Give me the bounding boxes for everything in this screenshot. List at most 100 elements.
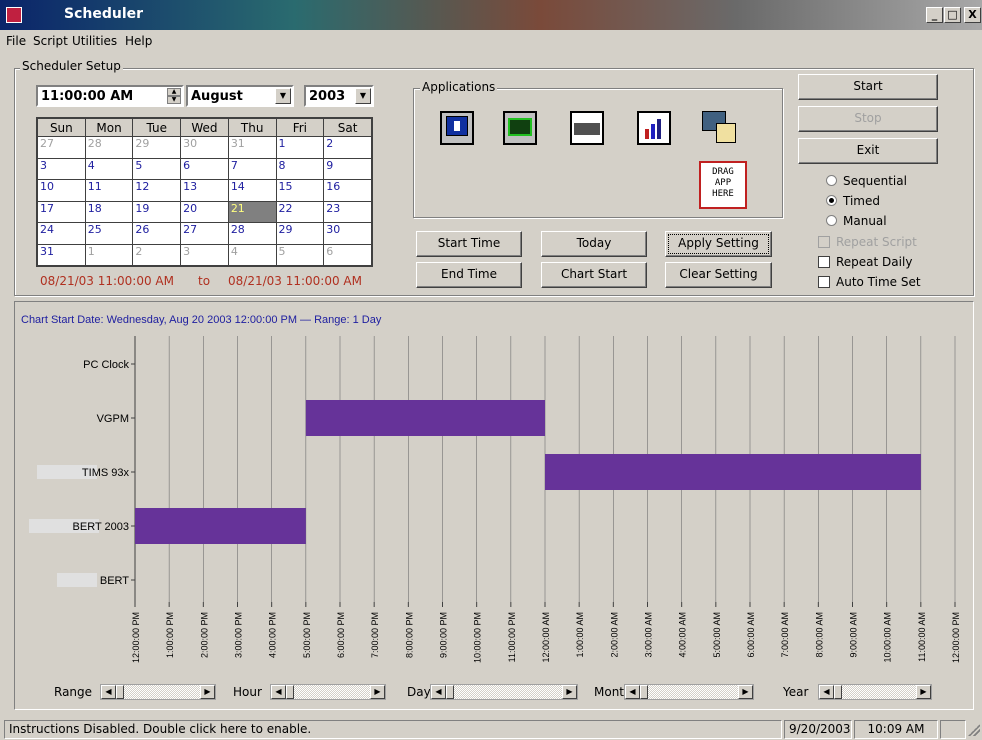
calendar-day-cell[interactable]: 20 — [180, 200, 229, 223]
drag-app-here-target[interactable]: DRAG APP HERE — [699, 161, 747, 209]
calendar-day-cell[interactable]: 31 — [37, 243, 86, 266]
calendar-day-cell[interactable]: 2 — [132, 243, 182, 266]
calendar-day-cell[interactable]: 28 — [84, 136, 134, 159]
month-scrollbar[interactable]: ◀ ▶ — [624, 684, 754, 700]
menu-file[interactable]: File — [6, 34, 26, 48]
calendar-day-cell[interactable]: 25 — [84, 222, 134, 245]
title-bar[interactable]: Scheduler _ □ X — [0, 0, 982, 30]
calendar-day-cell[interactable]: 8 — [275, 157, 325, 180]
month-right-arrow-icon[interactable]: ▶ — [738, 685, 753, 699]
year-left-arrow-icon[interactable]: ◀ — [819, 685, 834, 699]
calendar-day-cell[interactable]: 30 — [323, 222, 372, 245]
manual-radio[interactable]: Manual — [826, 214, 887, 228]
calendar-day-cell[interactable]: 12 — [132, 179, 182, 202]
close-button[interactable]: X — [964, 7, 981, 23]
year-scrollbar[interactable]: ◀ ▶ — [818, 684, 932, 700]
calendar-day-cell[interactable]: 31 — [227, 136, 277, 159]
end-time-button[interactable]: End Time — [416, 262, 522, 288]
calendar-day-cell[interactable]: 1 — [84, 243, 134, 266]
year-dropdown-icon[interactable]: ▼ — [355, 88, 371, 104]
menu-script[interactable]: Script — [33, 34, 68, 48]
start-time-button[interactable]: Start Time — [416, 231, 522, 257]
stop-button[interactable]: Stop — [798, 106, 938, 132]
year-right-arrow-icon[interactable]: ▶ — [916, 685, 931, 699]
range-left-arrow-icon[interactable]: ◀ — [101, 685, 116, 699]
day-scroll-thumb[interactable] — [446, 685, 454, 699]
auto-time-set-checkbox[interactable]: Auto Time Set — [818, 275, 921, 289]
calendar-day-cell[interactable]: 29 — [132, 136, 182, 159]
calendar-day-cell[interactable]: 22 — [275, 200, 325, 223]
calendar-day-cell[interactable]: 16 — [323, 179, 372, 202]
range-right-arrow-icon[interactable]: ▶ — [200, 685, 215, 699]
calendar-day-cell[interactable]: 7 — [227, 157, 277, 180]
month-scroll-thumb[interactable] — [640, 685, 648, 699]
hour-scroll-thumb[interactable] — [286, 685, 294, 699]
calendar-day-cell[interactable]: 19 — [132, 200, 182, 223]
calendar-day-cell[interactable]: 3 — [37, 157, 86, 180]
calendar-day-cell[interactable]: 27 — [37, 136, 86, 159]
calendar-day-cell[interactable]: 6 — [180, 157, 229, 180]
hour-scrollbar[interactable]: ◀ ▶ — [270, 684, 386, 700]
time-down-arrow-icon[interactable]: ▼ — [167, 96, 181, 104]
calendar-day-cell[interactable]: 23 — [323, 200, 372, 223]
instrument-app-icon[interactable] — [570, 111, 604, 145]
minimize-button[interactable]: _ — [926, 7, 943, 23]
calendar-day-cell[interactable]: 26 — [132, 222, 182, 245]
calendar-day-cell[interactable]: 30 — [180, 136, 229, 159]
calendar-day-cell[interactable]: 24 — [37, 222, 86, 245]
status-message[interactable]: Instructions Disabled. Double click here… — [4, 720, 782, 739]
time-up-arrow-icon[interactable]: ▲ — [167, 88, 181, 96]
calendar-day-cell[interactable]: 27 — [180, 222, 229, 245]
repeat-daily-checkbox[interactable]: Repeat Daily — [818, 255, 912, 269]
time-field[interactable]: 11:00:00 AM ▲ ▼ — [36, 85, 184, 107]
range-scroll-thumb[interactable] — [116, 685, 124, 699]
calendar-day-cell[interactable]: 5 — [132, 157, 182, 180]
calendar-day-cell[interactable]: 18 — [84, 200, 134, 223]
year-select[interactable]: 2003 ▼ — [304, 85, 374, 107]
resize-grip-icon[interactable] — [968, 724, 980, 736]
hour-right-arrow-icon[interactable]: ▶ — [370, 685, 385, 699]
calendar-day-cell[interactable]: 29 — [275, 222, 325, 245]
calendar-day-cell[interactable]: 5 — [275, 243, 325, 266]
exit-button[interactable]: Exit — [798, 138, 938, 164]
calendar-day-cell[interactable]: 14 — [227, 179, 277, 202]
bar-chart-app-icon[interactable] — [637, 111, 671, 145]
clear-setting-button[interactable]: Clear Setting — [665, 262, 772, 288]
monitor-app-icon[interactable] — [440, 111, 474, 145]
display-app-icon[interactable] — [503, 111, 537, 145]
day-right-arrow-icon[interactable]: ▶ — [562, 685, 577, 699]
pc-clock-app-icon[interactable] — [700, 111, 740, 147]
sequential-radio[interactable]: Sequential — [826, 174, 907, 188]
chart-start-button[interactable]: Chart Start — [541, 262, 647, 288]
year-scroll-thumb[interactable] — [834, 685, 842, 699]
apply-setting-button[interactable]: Apply Setting — [665, 231, 772, 257]
calendar-day-cell[interactable]: 28 — [227, 222, 277, 245]
calendar-day-cell[interactable]: 4 — [227, 243, 277, 266]
calendar-day-cell[interactable]: 2 — [323, 136, 372, 159]
calendar-day-cell[interactable]: 9 — [323, 157, 372, 180]
month-dropdown-icon[interactable]: ▼ — [275, 88, 291, 104]
calendar-day-cell[interactable]: 10 — [37, 179, 86, 202]
repeat-script-checkbox[interactable]: Repeat Script — [818, 235, 917, 249]
start-button[interactable]: Start — [798, 74, 938, 100]
calendar-day-cell[interactable]: 11 — [84, 179, 134, 202]
timed-radio[interactable]: Timed — [826, 194, 880, 208]
calendar-day-cell[interactable]: 17 — [37, 200, 86, 223]
range-scrollbar[interactable]: ◀ ▶ — [100, 684, 216, 700]
day-scrollbar[interactable]: ◀ ▶ — [430, 684, 578, 700]
calendar-day-cell[interactable]: 21 — [227, 200, 277, 223]
month-left-arrow-icon[interactable]: ◀ — [625, 685, 640, 699]
calendar-day-cell[interactable]: 15 — [275, 179, 325, 202]
month-select[interactable]: August ▼ — [186, 85, 294, 107]
menu-help[interactable]: Help — [125, 34, 152, 48]
calendar-day-cell[interactable]: 13 — [180, 179, 229, 202]
calendar-day-cell[interactable]: 4 — [84, 157, 134, 180]
calendar-day-cell[interactable]: 1 — [275, 136, 325, 159]
calendar-day-cell[interactable]: 3 — [180, 243, 229, 266]
today-button[interactable]: Today — [541, 231, 647, 257]
maximize-button[interactable]: □ — [944, 7, 961, 23]
calendar-day-cell[interactable]: 6 — [323, 243, 372, 266]
day-left-arrow-icon[interactable]: ◀ — [431, 685, 446, 699]
menu-utilities[interactable]: Utilities — [72, 34, 117, 48]
hour-left-arrow-icon[interactable]: ◀ — [271, 685, 286, 699]
